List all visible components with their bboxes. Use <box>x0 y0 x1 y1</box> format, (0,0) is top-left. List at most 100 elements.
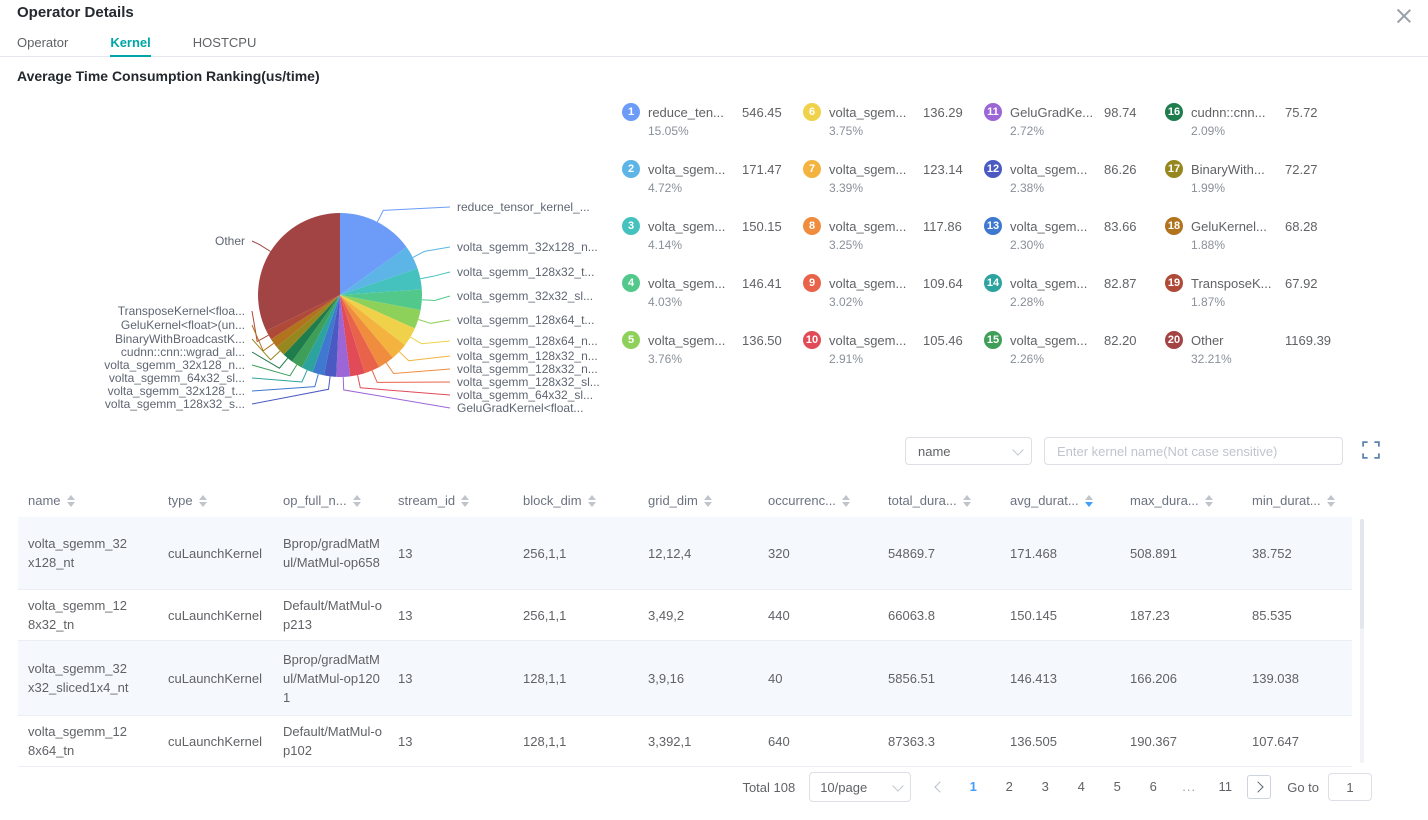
page-number-2[interactable]: 2 <box>994 773 1024 801</box>
column-header[interactable]: block_dim <box>513 493 638 508</box>
sort-carets-icon[interactable] <box>842 495 850 507</box>
column-header[interactable]: total_dura... <box>878 493 1000 508</box>
column-header[interactable]: max_dura... <box>1120 493 1242 508</box>
column-header[interactable]: avg_durat... <box>1000 493 1120 508</box>
table-cell: volta_sgemm_32x128_nt <box>18 528 158 578</box>
page-size-select[interactable]: 10/page <box>809 772 911 802</box>
sort-desc-icon[interactable] <box>1205 502 1213 507</box>
goto-page-input[interactable] <box>1328 773 1372 801</box>
sort-asc-icon[interactable] <box>1205 495 1213 500</box>
legend-item[interactable]: 5volta_sgem...136.503.76% <box>622 331 803 388</box>
sort-asc-icon[interactable] <box>963 495 971 500</box>
fullscreen-corners-glyph <box>1362 441 1380 459</box>
legend-rank-badge: 1 <box>622 103 640 121</box>
sort-desc-icon[interactable] <box>461 502 469 507</box>
scrollbar-thumb[interactable] <box>1360 519 1364 629</box>
page-number-1[interactable]: 1 <box>958 773 988 801</box>
legend-item[interactable]: 14volta_sgem...82.872.28% <box>984 274 1165 331</box>
column-header[interactable]: stream_id <box>388 493 513 508</box>
sort-asc-icon[interactable] <box>1085 495 1093 500</box>
legend-item[interactable]: 6volta_sgem...136.293.75% <box>803 103 984 160</box>
page-number-3[interactable]: 3 <box>1030 773 1060 801</box>
next-page-button[interactable] <box>1247 775 1271 799</box>
legend-item[interactable]: 8volta_sgem...117.863.25% <box>803 217 984 274</box>
kernel-name-search-input[interactable] <box>1044 437 1343 465</box>
table-cell: 128,1,1 <box>513 726 638 757</box>
legend-avg-time-value: 75.72 <box>1285 105 1318 120</box>
close-icon[interactable] <box>1394 6 1414 26</box>
sort-desc-icon[interactable] <box>67 502 75 507</box>
legend-item[interactable]: 2volta_sgem...171.474.72% <box>622 160 803 217</box>
sort-carets-icon[interactable] <box>1327 495 1335 507</box>
filter-field-select[interactable]: name <box>905 437 1032 465</box>
legend-item[interactable]: 12volta_sgem...86.262.38% <box>984 160 1165 217</box>
sort-asc-icon[interactable] <box>461 495 469 500</box>
pie-label-line <box>420 272 450 279</box>
sort-carets-icon[interactable] <box>199 495 207 507</box>
legend-item[interactable]: 15volta_sgem...82.202.26% <box>984 331 1165 388</box>
sort-asc-icon[interactable] <box>704 495 712 500</box>
sort-desc-icon[interactable] <box>704 502 712 507</box>
sort-carets-icon[interactable] <box>461 495 469 507</box>
sort-carets-icon[interactable] <box>1085 495 1093 507</box>
column-header[interactable]: grid_dim <box>638 493 758 508</box>
legend-item[interactable]: 10volta_sgem...105.462.91% <box>803 331 984 388</box>
sort-desc-icon[interactable] <box>588 502 596 507</box>
sort-asc-icon[interactable] <box>67 495 75 500</box>
sort-desc-icon[interactable] <box>1085 502 1093 507</box>
sort-asc-icon[interactable] <box>1327 495 1335 500</box>
sort-carets-icon[interactable] <box>588 495 596 507</box>
legend-item[interactable]: 4volta_sgem...146.414.03% <box>622 274 803 331</box>
legend-item[interactable]: 7volta_sgem...123.143.39% <box>803 160 984 217</box>
sort-asc-icon[interactable] <box>842 495 850 500</box>
sort-desc-icon[interactable] <box>199 502 207 507</box>
column-header[interactable]: op_full_n... <box>273 493 388 508</box>
table-cell: 13 <box>388 663 513 694</box>
sort-desc-icon[interactable] <box>842 502 850 507</box>
page-number-6[interactable]: 6 <box>1138 773 1168 801</box>
column-header[interactable]: name <box>18 493 158 508</box>
sort-carets-icon[interactable] <box>1205 495 1213 507</box>
legend-kernel-name: volta_sgem... <box>648 333 734 348</box>
sort-carets-icon[interactable] <box>67 495 75 507</box>
sort-carets-icon[interactable] <box>963 495 971 507</box>
table-scrollbar[interactable] <box>1360 519 1364 763</box>
legend-rank-badge: 6 <box>803 103 821 121</box>
legend-avg-time-value: 83.66 <box>1104 219 1137 234</box>
sort-asc-icon[interactable] <box>199 495 207 500</box>
legend-item[interactable]: 20Other1169.3932.21% <box>1165 331 1346 388</box>
fullscreen-icon[interactable] <box>1362 441 1380 459</box>
table-cell: 3,392,1 <box>638 726 758 757</box>
legend-item[interactable]: 3volta_sgem...150.154.14% <box>622 217 803 274</box>
legend-item[interactable]: 9volta_sgem...109.643.02% <box>803 274 984 331</box>
legend-item[interactable]: 16cudnn::cnn...75.722.09% <box>1165 103 1346 160</box>
legend-item[interactable]: 18GeluKernel...68.281.88% <box>1165 217 1346 274</box>
sort-carets-icon[interactable] <box>704 495 712 507</box>
page-number-5[interactable]: 5 <box>1102 773 1132 801</box>
column-header[interactable]: min_durat... <box>1242 493 1352 508</box>
sort-desc-icon[interactable] <box>353 502 361 507</box>
pie-callout-label: GeluGradKernel<float... <box>457 401 583 415</box>
sort-asc-icon[interactable] <box>588 495 596 500</box>
sort-carets-icon[interactable] <box>353 495 361 507</box>
legend-avg-time-value: 98.74 <box>1104 105 1137 120</box>
page-number-4[interactable]: 4 <box>1066 773 1096 801</box>
legend-item[interactable]: 13volta_sgem...83.662.30% <box>984 217 1165 274</box>
table-cell: 136.505 <box>1000 726 1120 757</box>
tab-kernel[interactable]: Kernel <box>110 30 150 56</box>
tab-operator[interactable]: Operator <box>17 30 68 56</box>
legend-item[interactable]: 19TransposeK...67.921.87% <box>1165 274 1346 331</box>
prev-page-button[interactable] <box>927 775 951 799</box>
sort-asc-icon[interactable] <box>353 495 361 500</box>
column-header[interactable]: type <box>158 493 273 508</box>
legend-item[interactable]: 11GeluGradKe...98.742.72% <box>984 103 1165 160</box>
table-cell: 320 <box>758 538 878 569</box>
sort-desc-icon[interactable] <box>1327 502 1335 507</box>
page-number-11[interactable]: 11 <box>1210 773 1240 801</box>
tab-hostcpu[interactable]: HOSTCPU <box>193 30 257 56</box>
legend-item[interactable]: 1reduce_ten...546.4515.05% <box>622 103 803 160</box>
sort-desc-icon[interactable] <box>963 502 971 507</box>
tabbar: Operator Kernel HOSTCPU <box>0 30 1428 57</box>
column-header[interactable]: occurrenc... <box>758 493 878 508</box>
legend-item[interactable]: 17BinaryWith...72.271.99% <box>1165 160 1346 217</box>
